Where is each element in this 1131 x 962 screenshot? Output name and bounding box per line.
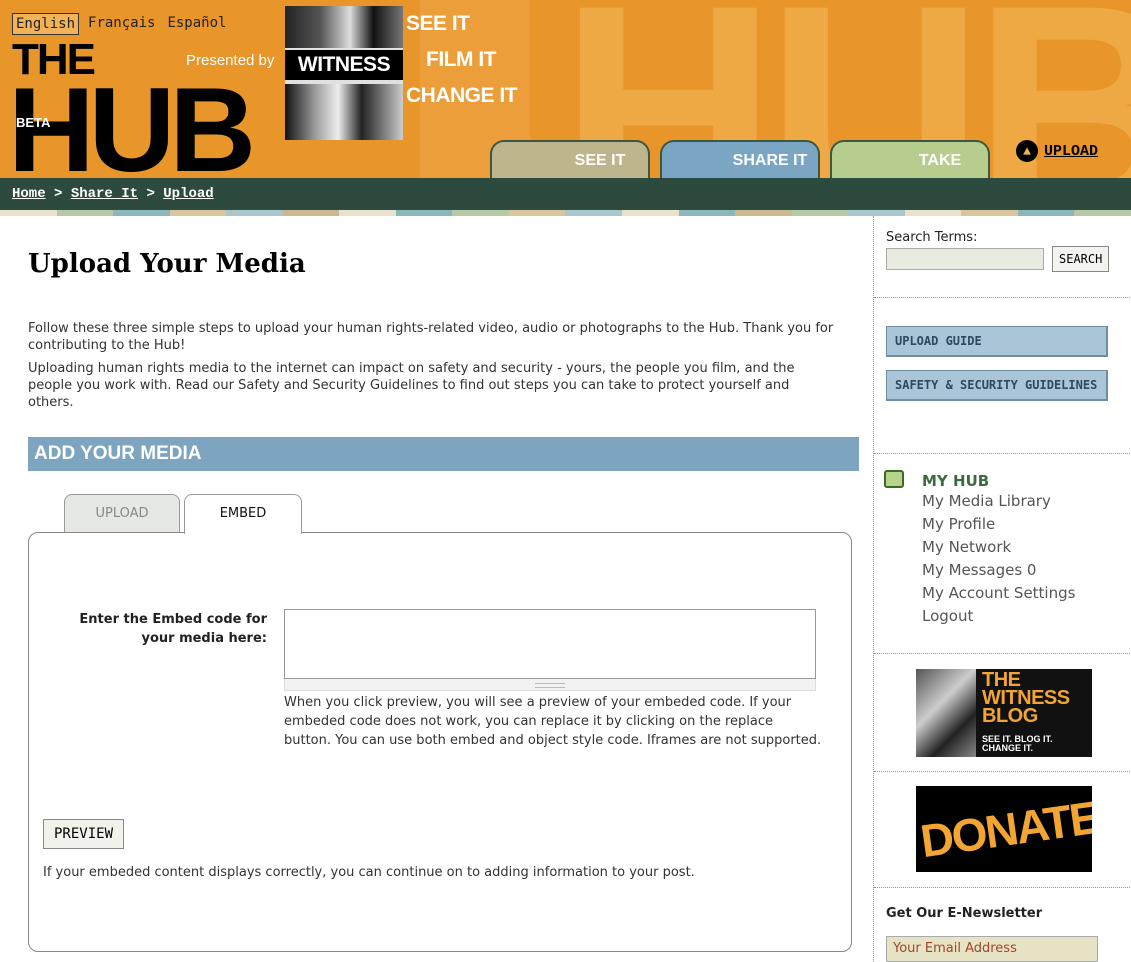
- myhub-messages[interactable]: My Messages 0: [922, 559, 1075, 582]
- tab-embed[interactable]: EMBED: [184, 494, 302, 534]
- myhub-profile[interactable]: My Profile: [922, 513, 1075, 536]
- site-header: HUB English Français Español THE HUB BET…: [0, 0, 1131, 178]
- blog-banner-title: THE WITNESS BLOG: [982, 669, 1070, 727]
- breadcrumb-upload[interactable]: Upload: [163, 186, 213, 202]
- tagline-line-2: FILM IT: [426, 48, 496, 71]
- eye-image-bottom: [285, 84, 403, 140]
- guides-section: UPLOAD GUIDE SAFETY & SECURITY GUIDELINE…: [874, 298, 1131, 454]
- embed-help-text: When you click preview, you will see a p…: [284, 695, 822, 748]
- myhub-folder-icon: [884, 470, 904, 488]
- breadcrumb-separator: >: [146, 186, 155, 202]
- logo-beta: BETA: [16, 115, 51, 130]
- upload-guide-button[interactable]: UPLOAD GUIDE: [886, 326, 1108, 357]
- myhub-media-library[interactable]: My Media Library: [922, 490, 1075, 513]
- newsletter-label: Get Our E-Newsletter: [886, 906, 1043, 921]
- nav-tab-take-action[interactable]: TAKE ACTION: [830, 140, 990, 178]
- safety-guidelines-button[interactable]: SAFETY & SECURITY GUIDELINES: [886, 370, 1108, 401]
- page-title: Upload Your Media: [28, 249, 306, 279]
- search-input[interactable]: [886, 248, 1044, 270]
- add-media-section-header: ADD YOUR MEDIA: [28, 437, 859, 471]
- intro-paragraph-2: Uploading human rights media to the inte…: [28, 361, 795, 410]
- main-content: Upload Your Media Follow these three sim…: [28, 216, 859, 962]
- donate-banner-text: DONATE: [917, 790, 1092, 868]
- witness-name: WITNESS: [285, 50, 403, 80]
- nav-tab-share-it[interactable]: SHARE IT: [660, 140, 820, 178]
- upload-link[interactable]: ▲ UPLOAD: [1016, 140, 1098, 162]
- upload-link-label: UPLOAD: [1044, 142, 1099, 160]
- breadcrumb-separator: >: [54, 186, 63, 202]
- blog-banner-image: [916, 669, 976, 757]
- upload-arrow-icon: ▲: [1016, 140, 1038, 162]
- intro-text: Follow these three simple steps to uploa…: [28, 320, 838, 417]
- textarea-resize-handle[interactable]: [284, 679, 816, 691]
- lang-spanish[interactable]: Español: [164, 13, 229, 35]
- embed-panel: Enter the Embed code for your media here…: [28, 532, 852, 952]
- intro-paragraph-1: Follow these three simple steps to uploa…: [28, 321, 834, 353]
- myhub-network[interactable]: My Network: [922, 536, 1075, 559]
- witness-blog-banner[interactable]: THE WITNESS BLOG SEE IT. BLOG IT. CHANGE…: [916, 669, 1092, 757]
- tagline: SEE IT FILM IT CHANGE IT: [406, 6, 518, 114]
- search-label: Search Terms:: [886, 230, 978, 245]
- presented-by: Presented by: [186, 52, 275, 69]
- donate-banner[interactable]: DONATE: [916, 786, 1092, 872]
- myhub-links: My Media Library My Profile My Network M…: [922, 490, 1075, 628]
- eye-image-top: [285, 6, 403, 48]
- breadcrumb: Home > Share It > Upload: [0, 178, 1131, 210]
- tagline-line-1: SEE IT: [406, 12, 470, 35]
- newsletter-email-input[interactable]: Your Email Address: [886, 936, 1098, 962]
- myhub-logout[interactable]: Logout: [922, 605, 1075, 628]
- search-section: Search Terms: SEARCH: [874, 216, 1131, 298]
- witness-logo[interactable]: WITNESS: [285, 6, 403, 140]
- breadcrumb-home[interactable]: Home: [12, 186, 46, 202]
- tab-upload[interactable]: UPLOAD: [64, 494, 180, 532]
- embed-code-input[interactable]: [284, 609, 816, 679]
- search-button[interactable]: SEARCH: [1052, 246, 1110, 272]
- breadcrumb-share-it[interactable]: Share It: [71, 186, 138, 202]
- lang-english[interactable]: English: [12, 13, 80, 35]
- lang-french[interactable]: Français: [85, 13, 158, 35]
- myhub-title: MY HUB: [922, 472, 990, 490]
- embed-code-label: Enter the Embed code for your media here…: [79, 612, 267, 646]
- language-switcher: English Français Español: [12, 13, 229, 35]
- myhub-account-settings[interactable]: My Account Settings: [922, 582, 1075, 605]
- tagline-line-3: CHANGE IT: [406, 84, 518, 107]
- preview-button[interactable]: PREVIEW: [43, 819, 125, 849]
- continue-note: If your embeded content displays correct…: [43, 865, 695, 880]
- blog-banner-tagline: SEE IT. BLOG IT. CHANGE IT.: [982, 734, 1053, 753]
- sidebar: Search Terms: SEARCH UPLOAD GUIDE SAFETY…: [873, 216, 1131, 962]
- nav-tab-see-it[interactable]: SEE IT: [490, 140, 650, 178]
